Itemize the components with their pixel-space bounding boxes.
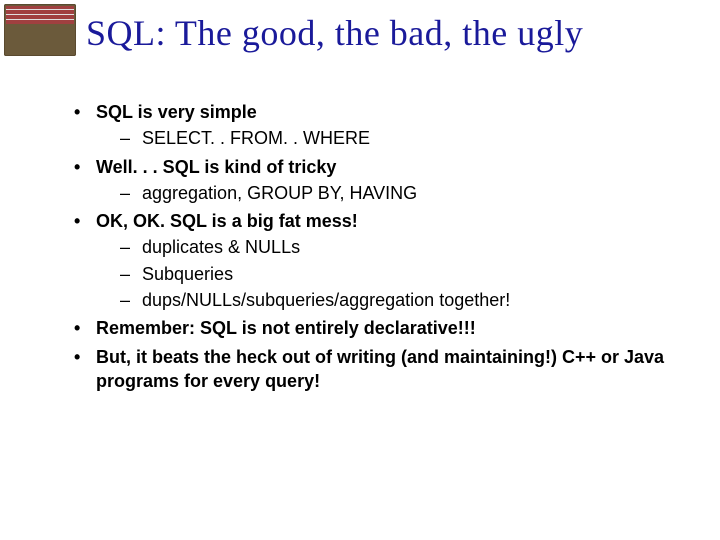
slide-title: SQL: The good, the bad, the ugly xyxy=(86,12,583,54)
sub-list: duplicates & NULLs Subqueries dups/NULLs… xyxy=(96,235,680,312)
list-item: SQL is very simple SELECT. . FROM. . WHE… xyxy=(70,100,680,151)
list-item: But, it beats the heck out of writing (a… xyxy=(70,345,680,394)
slide-body: SQL is very simple SELECT. . FROM. . WHE… xyxy=(70,100,680,397)
sub-text: duplicates & NULLs xyxy=(142,237,300,257)
bullet-text: But, it beats the heck out of writing (a… xyxy=(96,347,664,391)
list-item: OK, OK. SQL is a big fat mess! duplicate… xyxy=(70,209,680,312)
list-item: Subqueries xyxy=(114,262,680,286)
list-item: Remember: SQL is not entirely declarativ… xyxy=(70,316,680,340)
bullet-text: Remember: SQL is not entirely declarativ… xyxy=(96,318,476,338)
sub-text: Subqueries xyxy=(142,264,233,284)
sub-list: SELECT. . FROM. . WHERE xyxy=(96,126,680,150)
list-item: duplicates & NULLs xyxy=(114,235,680,259)
sub-text: aggregation, GROUP BY, HAVING xyxy=(142,183,417,203)
list-item: dups/NULLs/subqueries/aggregation togeth… xyxy=(114,288,680,312)
sub-list: aggregation, GROUP BY, HAVING xyxy=(96,181,680,205)
list-item: SELECT. . FROM. . WHERE xyxy=(114,126,680,150)
sub-text: dups/NULLs/subqueries/aggregation togeth… xyxy=(142,290,510,310)
slide: SQL: The good, the bad, the ugly SQL is … xyxy=(0,0,720,540)
bullet-text: SQL is very simple xyxy=(96,102,257,122)
logo-icon xyxy=(4,4,76,56)
bullet-text: OK, OK. SQL is a big fat mess! xyxy=(96,211,358,231)
bullet-list: SQL is very simple SELECT. . FROM. . WHE… xyxy=(70,100,680,393)
bullet-text: Well. . . SQL is kind of tricky xyxy=(96,157,336,177)
list-item: aggregation, GROUP BY, HAVING xyxy=(114,181,680,205)
list-item: Well. . . SQL is kind of tricky aggregat… xyxy=(70,155,680,206)
sub-text: SELECT. . FROM. . WHERE xyxy=(142,128,370,148)
